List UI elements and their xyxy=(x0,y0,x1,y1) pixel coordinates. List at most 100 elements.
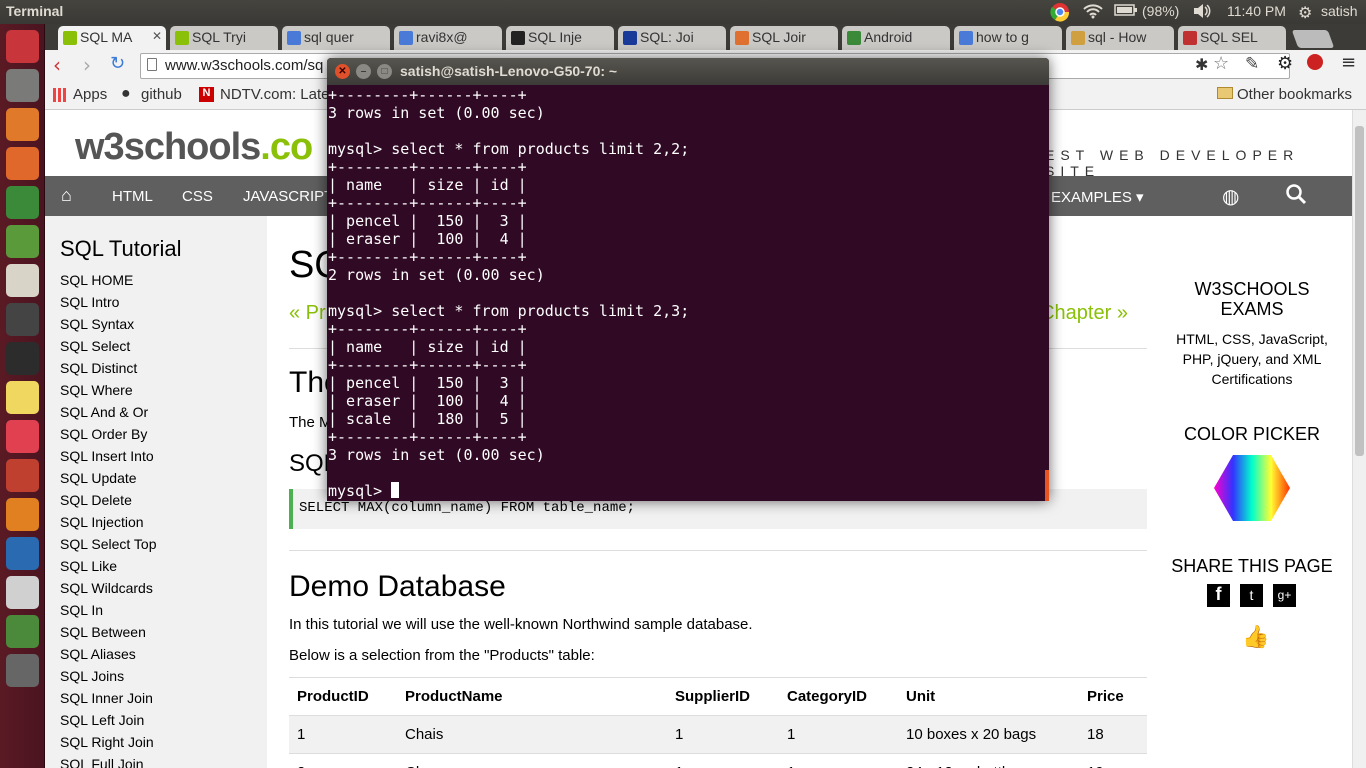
scrollbar-thumb[interactable] xyxy=(1355,126,1364,456)
globe-icon[interactable]: ◍ xyxy=(1222,184,1239,209)
sidebar-item[interactable]: SQL Order By xyxy=(60,426,147,442)
exams-title[interactable]: W3SCHOOLS EXAMS xyxy=(1163,279,1341,319)
terminal-prompt-line[interactable]: mysql> xyxy=(328,482,1048,500)
sidebar-item[interactable]: SQL Delete xyxy=(60,492,132,508)
thumbs-up-icon[interactable]: 👍 xyxy=(1242,624,1269,650)
sidebar-item[interactable]: SQL Between xyxy=(60,624,146,640)
files-icon[interactable] xyxy=(6,69,39,102)
nav-javascript[interactable]: JAVASCRIPT xyxy=(243,188,333,205)
terminal-icon[interactable] xyxy=(6,342,39,375)
disk-icon[interactable] xyxy=(6,303,39,336)
sidebar-item[interactable]: SQL HOME xyxy=(60,272,133,288)
sidebar-item[interactable]: SQL Left Join xyxy=(60,712,144,728)
browser-tab[interactable]: SQL Tryi xyxy=(170,26,278,50)
new-tab-button[interactable] xyxy=(1291,30,1335,48)
chrome-indicator-icon[interactable] xyxy=(1050,2,1070,25)
browser-tab[interactable]: SQL Joir xyxy=(730,26,838,50)
browser-tab[interactable]: ravi8x@ xyxy=(394,26,502,50)
w3schools-logo[interactable]: w3schools.co xyxy=(75,126,313,169)
table-header-cell[interactable]: Price xyxy=(1079,677,1147,716)
browser-tab[interactable]: SQL Inje xyxy=(506,26,614,50)
reload-icon[interactable]: ↻ xyxy=(110,53,125,74)
writer-icon[interactable] xyxy=(6,537,39,570)
bookmark-apps[interactable]: Apps xyxy=(73,86,107,103)
wifi-icon[interactable] xyxy=(1083,3,1103,22)
sidebar-item[interactable]: SQL Right Join xyxy=(60,734,154,750)
table-header-cell[interactable]: Unit xyxy=(898,677,1079,716)
search-icon[interactable] xyxy=(1285,183,1307,209)
terminal-titlebar[interactable]: ✕ – □ satish@satish-Lenovo-G50-70: ~ xyxy=(327,58,1049,85)
sidebar-item[interactable]: SQL And & Or xyxy=(60,404,148,420)
ubuntu-dash-icon[interactable] xyxy=(6,30,39,63)
settings-extension-icon[interactable]: ⚙ xyxy=(1277,53,1293,74)
sidebar-item[interactable]: SQL Select Top xyxy=(60,536,157,552)
table-header-cell[interactable]: ProductID xyxy=(289,677,397,716)
bookmark-ndtv[interactable]: NDTV.com: Late xyxy=(220,86,330,103)
sidebar-item[interactable]: SQL Like xyxy=(60,558,117,574)
nav-html[interactable]: HTML xyxy=(112,188,153,205)
sidebar-item[interactable]: SQL Injection xyxy=(60,514,144,530)
settings-icon[interactable] xyxy=(6,459,39,492)
sidebar-item[interactable]: SQL Syntax xyxy=(60,316,134,332)
menu-icon[interactable]: ≡ xyxy=(1341,52,1356,73)
extension-icon[interactable]: ✱ xyxy=(1195,55,1208,74)
sidebar-item[interactable]: SQL Joins xyxy=(60,668,124,684)
user-name[interactable]: satish xyxy=(1321,3,1358,19)
sidebar-item[interactable]: SQL Select xyxy=(60,338,130,354)
software-center-icon[interactable] xyxy=(6,108,39,141)
other-bookmarks[interactable]: Other bookmarks xyxy=(1237,86,1352,103)
sidebar-item[interactable]: SQL In xyxy=(60,602,103,618)
browser-tab[interactable]: sql quer xyxy=(282,26,390,50)
close-icon[interactable]: ✕ xyxy=(335,64,350,79)
tab-close-icon[interactable]: ✕ xyxy=(152,29,162,43)
color-picker-icon[interactable] xyxy=(1213,453,1291,528)
table-header-cell[interactable]: SupplierID xyxy=(667,677,779,716)
prev-link[interactable]: « Pr xyxy=(289,302,326,325)
browser-tab[interactable]: SQL MA ✕ xyxy=(58,26,166,50)
chrome-icon[interactable] xyxy=(6,186,39,219)
sidebar-item[interactable]: SQL Aliases xyxy=(60,646,136,662)
terminal-output[interactable]: +--------+------+----+ 3 rows in set (0.0… xyxy=(328,86,1048,501)
terminal-window[interactable]: ✕ – □ satish@satish-Lenovo-G50-70: ~ +--… xyxy=(327,58,1049,501)
sidebar-item[interactable]: SQL Distinct xyxy=(60,360,137,376)
sidebar-item[interactable]: SQL Intro xyxy=(60,294,119,310)
browser-tab[interactable]: Android xyxy=(842,26,950,50)
forward-icon[interactable]: › xyxy=(83,53,91,77)
text-editor-icon[interactable] xyxy=(6,264,39,297)
pen-icon[interactable]: ✎ xyxy=(1245,54,1259,74)
nav-examples[interactable]: EXAMPLES ▾ xyxy=(1051,188,1144,206)
table-header-cell[interactable]: ProductName xyxy=(397,677,667,716)
browser-tab[interactable]: SQL: Joi xyxy=(618,26,726,50)
vlc-icon[interactable] xyxy=(6,498,39,531)
sidebar-item[interactable]: SQL Update xyxy=(60,470,137,486)
ebook-icon[interactable] xyxy=(6,576,39,609)
firefox-icon[interactable] xyxy=(6,147,39,180)
trash-icon[interactable] xyxy=(6,654,39,687)
flickr-icon[interactable] xyxy=(6,420,39,453)
nav-css[interactable]: CSS xyxy=(182,188,213,205)
sidebar-item[interactable]: SQL Insert Into xyxy=(60,448,154,464)
clock[interactable]: 11:40 PM xyxy=(1227,3,1286,19)
color-picker-title[interactable]: COLOR PICKER xyxy=(1163,424,1341,445)
browser-tab[interactable]: sql - How xyxy=(1066,26,1174,50)
bookmark-github[interactable]: github xyxy=(141,86,182,103)
volume-icon[interactable] xyxy=(1192,3,1212,22)
table-header-cell[interactable]: CategoryID xyxy=(779,677,898,716)
adblock-icon[interactable] xyxy=(1307,54,1323,70)
bookmark-star-icon[interactable]: ☆ xyxy=(1213,53,1229,74)
sidebar-item[interactable]: SQL Wildcards xyxy=(60,580,153,596)
sidebar-item[interactable]: SQL Where xyxy=(60,382,133,398)
facebook-icon[interactable]: f xyxy=(1207,584,1230,607)
notes-icon[interactable] xyxy=(6,381,39,414)
browser-tab[interactable]: SQL SEL xyxy=(1178,26,1286,50)
back-icon[interactable]: ‹ xyxy=(53,53,61,77)
twitter-icon[interactable]: t xyxy=(1240,584,1263,607)
maximize-icon[interactable]: □ xyxy=(377,64,392,79)
browser-tab[interactable]: how to g xyxy=(954,26,1062,50)
sidebar-item[interactable]: SQL Full Join xyxy=(60,756,144,768)
android-studio-icon[interactable] xyxy=(6,225,39,258)
package-icon[interactable] xyxy=(6,615,39,648)
battery-icon[interactable] xyxy=(1114,3,1138,20)
google-plus-icon[interactable]: g+ xyxy=(1273,584,1296,607)
page-scrollbar[interactable] xyxy=(1352,110,1366,768)
